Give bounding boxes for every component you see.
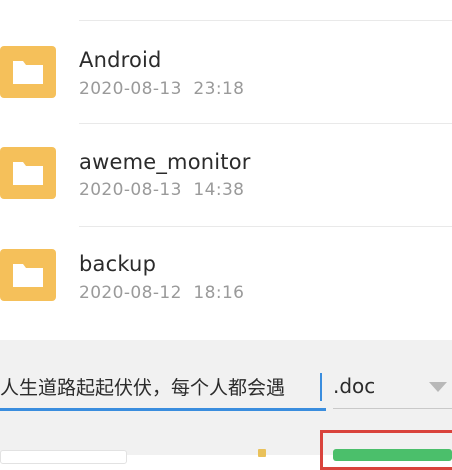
file-name: backup [79,252,157,276]
dropdown-arrow-icon [429,382,447,392]
folder-icon [0,249,56,301]
extension-select[interactable]: .doc [333,364,452,409]
folder-icon [0,147,56,199]
extension-underline [333,408,452,409]
file-name: aweme_monitor [79,150,251,174]
text-caret [320,373,322,401]
extension-value: .doc [333,374,376,398]
file-date: 2020-08-13 14:38 [79,180,245,200]
file-row-backup[interactable]: backup 2020-08-12 18:16 [0,227,452,329]
file-date: 2020-08-13 23:18 [79,79,245,99]
file-date: 2020-08-12 18:16 [79,283,245,303]
file-name: Android [79,48,162,72]
sparkle-icon [258,449,266,457]
folder-icon [0,46,56,98]
filename-underline [0,408,326,411]
file-row-aweme-monitor[interactable]: aweme_monitor 2020-08-13 14:38 [0,124,452,226]
confirm-highlight-box [320,430,452,470]
cancel-button[interactable] [0,450,127,464]
filename-input[interactable] [0,364,328,408]
file-row-android[interactable]: Android 2020-08-13 23:18 [0,21,452,123]
